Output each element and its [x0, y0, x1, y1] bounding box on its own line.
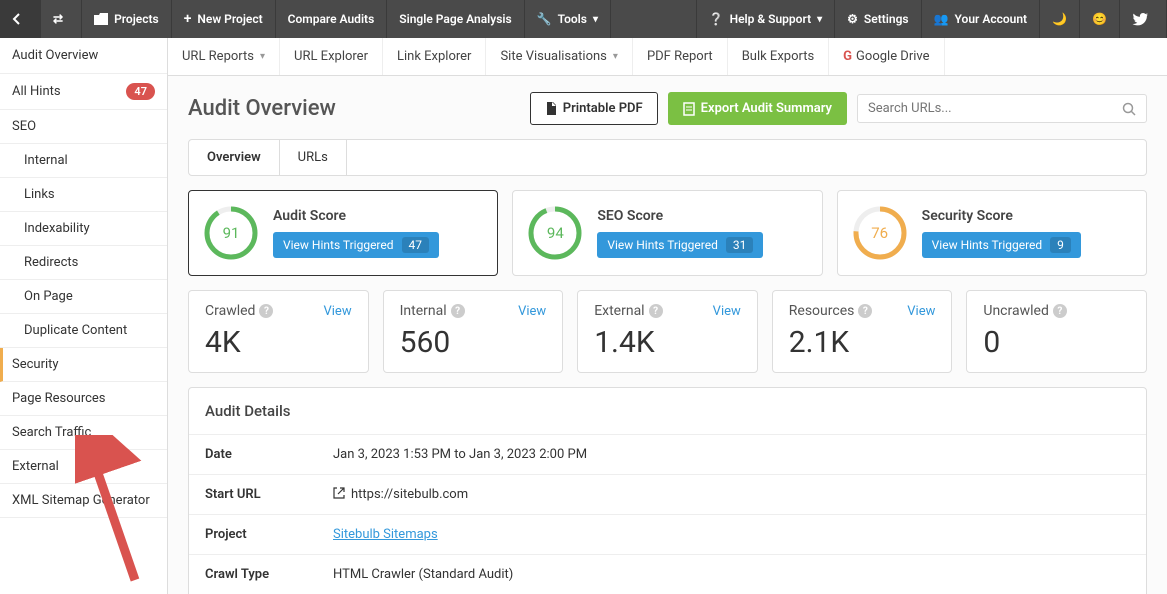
stat-value: 2.1K [789, 325, 936, 360]
stat-card-external: External? View 1.4K [577, 290, 758, 373]
google-drive-icon: G [843, 49, 852, 64]
stat-view-link[interactable]: View [713, 304, 741, 319]
search-input[interactable] [868, 101, 1122, 116]
overview-tabs: Overview URLs [188, 139, 1147, 176]
sidebar-item-search-traffic[interactable]: Search Traffic [0, 416, 167, 450]
stat-view-link[interactable]: View [518, 304, 546, 319]
stat-value: 560 [400, 325, 547, 360]
tab-site-visualisations[interactable]: Site Visualisations▾ [486, 38, 633, 75]
new-project-button[interactable]: +New Project [172, 0, 276, 38]
twitter-button[interactable] [1120, 0, 1167, 38]
account-menu[interactable]: 👥Your Account [922, 0, 1041, 38]
score-label: Security Score [922, 208, 1081, 224]
stat-card-resources: Resources? View 2.1K [772, 290, 953, 373]
projects-menu[interactable]: Projects [82, 0, 172, 38]
top-navigation: ⇄ Projects +New Project Compare Audits S… [0, 0, 1167, 38]
stat-value: 1.4K [594, 325, 741, 360]
score-label: Audit Score [273, 208, 439, 224]
settings-button[interactable]: ⚙Settings [835, 0, 921, 38]
stat-label: Uncrawled? [983, 303, 1066, 319]
stat-value: 0 [983, 325, 1130, 360]
stat-label: External? [594, 303, 662, 319]
hint-count-badge: 47 [126, 83, 155, 100]
audit-details-header: Audit Details [189, 388, 1146, 435]
stat-view-link[interactable]: View [323, 304, 351, 319]
score-card-audit-score: 91 Audit Score View Hints Triggered47 [188, 190, 498, 276]
dark-mode-toggle[interactable]: 🌙 [1040, 0, 1080, 38]
help-icon[interactable]: ? [649, 304, 663, 318]
back-button[interactable] [0, 0, 41, 38]
view-hints-button[interactable]: View Hints Triggered31 [597, 232, 763, 258]
help-icon[interactable]: ? [451, 304, 465, 318]
sidebar-item-links[interactable]: Links [0, 178, 167, 212]
stat-value: 4K [205, 325, 352, 360]
stat-card-crawled: Crawled? View 4K [188, 290, 369, 373]
view-hints-button[interactable]: View Hints Triggered47 [273, 232, 439, 258]
audit-details: Audit Details DateJan 3, 2023 1:53 PM to… [188, 387, 1147, 594]
search-urls-box[interactable] [857, 94, 1147, 123]
compare-audits-button[interactable]: Compare Audits [276, 0, 388, 38]
sidebar-item-on-page[interactable]: On Page [0, 280, 167, 314]
report-tabs: URL Reports▾ URL Explorer Link Explorer … [168, 38, 1167, 76]
sidebar-item-duplicate-content[interactable]: Duplicate Content [0, 314, 167, 348]
score-ring: 91 [203, 205, 259, 261]
swap-button[interactable]: ⇄ [41, 0, 82, 38]
single-page-analysis-button[interactable]: Single Page Analysis [387, 0, 524, 38]
export-audit-summary-button[interactable]: Export Audit Summary [668, 92, 847, 125]
tab-bulk-exports[interactable]: Bulk Exports [728, 38, 829, 75]
sidebar-item-all-hints[interactable]: All Hints47 [0, 74, 167, 110]
sidebar-item-internal[interactable]: Internal [0, 144, 167, 178]
score-ring: 76 [852, 205, 908, 261]
tab-url-reports[interactable]: URL Reports▾ [168, 38, 280, 75]
tab-google-drive[interactable]: GGoogle Drive [829, 38, 944, 75]
tab-pdf-report[interactable]: PDF Report [633, 38, 728, 75]
score-card-security-score: 76 Security Score View Hints Triggered9 [837, 190, 1147, 276]
score-label: SEO Score [597, 208, 763, 224]
sidebar-header: Audit Overview [0, 38, 167, 74]
project-link[interactable]: Sitebulb Sitemaps [333, 527, 438, 542]
sidebar: Audit Overview All Hints47SEOInternalLin… [0, 38, 168, 594]
stat-label: Internal? [400, 303, 465, 319]
score-ring: 94 [527, 205, 583, 261]
page-title: Audit Overview [188, 96, 336, 121]
view-hints-button[interactable]: View Hints Triggered9 [922, 232, 1081, 258]
tab-urls[interactable]: URLs [280, 140, 347, 175]
tab-url-explorer[interactable]: URL Explorer [280, 38, 383, 75]
sidebar-item-xml-sitemap-generator[interactable]: XML Sitemap Generator [0, 484, 167, 518]
tab-overview[interactable]: Overview [189, 140, 280, 175]
help-icon[interactable]: ? [259, 304, 273, 318]
external-link-icon [333, 487, 345, 499]
help-icon[interactable]: ? [858, 304, 872, 318]
score-card-seo-score: 94 SEO Score View Hints Triggered31 [512, 190, 822, 276]
emoji-button[interactable]: 😊 [1080, 0, 1120, 38]
search-icon [1122, 102, 1136, 116]
sidebar-item-redirects[interactable]: Redirects [0, 246, 167, 280]
help-icon[interactable]: ? [1053, 304, 1067, 318]
main-content: URL Reports▾ URL Explorer Link Explorer … [168, 38, 1167, 594]
tab-link-explorer[interactable]: Link Explorer [383, 38, 486, 75]
sidebar-item-external[interactable]: External [0, 450, 167, 484]
sidebar-item-page-resources[interactable]: Page Resources [0, 382, 167, 416]
stat-label: Resources? [789, 303, 873, 319]
sidebar-item-seo[interactable]: SEO [0, 110, 167, 144]
sidebar-item-indexability[interactable]: Indexability [0, 212, 167, 246]
printable-pdf-button[interactable]: Printable PDF [530, 92, 658, 125]
stat-card-internal: Internal? View 560 [383, 290, 564, 373]
start-url-link[interactable]: https://sitebulb.com [351, 487, 468, 502]
tools-menu[interactable]: 🔧Tools▾ [525, 0, 611, 38]
stat-view-link[interactable]: View [907, 304, 935, 319]
sidebar-item-security[interactable]: Security [0, 348, 167, 382]
help-menu[interactable]: ❔Help & Support▾ [697, 0, 836, 38]
stat-card-uncrawled: Uncrawled? 0 [966, 290, 1147, 373]
stat-label: Crawled? [205, 303, 273, 319]
